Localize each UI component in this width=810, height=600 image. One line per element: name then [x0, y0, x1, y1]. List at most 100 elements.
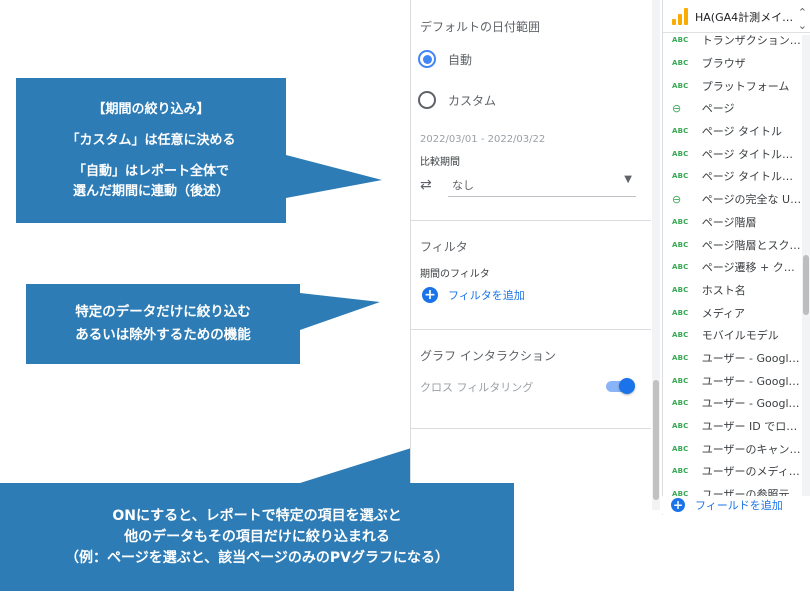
field-label: ユーザー - Google …: [701, 351, 803, 365]
callout-text: ONにすると、レポートで特定の項目を選ぶと: [112, 507, 402, 524]
field-item[interactable]: ABC ユーザーのメディ…: [663, 460, 803, 483]
radio-custom-button[interactable]: [418, 91, 436, 109]
text-type-icon: ABC: [672, 467, 689, 476]
field-item[interactable]: ABC ユーザー - Google …: [663, 347, 803, 370]
field-label: ホスト名: [701, 283, 746, 297]
text-type-icon: ABC: [672, 285, 689, 294]
date-range-text: 2022/03/01 - 2022/03/22: [420, 134, 546, 145]
field-list: ABC トランザクション… ABC ブラウザ ABC プラットフォーム ⊖ ページ ABC ページ…: [663, 29, 803, 505]
field-item[interactable]: ABC トランザクション…: [663, 29, 803, 52]
text-type-icon: ABC: [672, 331, 689, 340]
section-divider: [411, 329, 651, 330]
field-label: ページ階層: [701, 215, 757, 229]
field-label: ユーザー - Google …: [701, 374, 803, 388]
field-label: メディア: [701, 306, 745, 320]
field-item[interactable]: ABC ページ遷移 + クエ…: [663, 256, 803, 279]
field-item[interactable]: ABC プラットフォーム: [663, 74, 803, 97]
add-field-label: フィールドを追加: [695, 499, 783, 512]
fields-scrollbar-thumb[interactable]: [803, 255, 809, 315]
add-field-button[interactable]: + フィールドを追加: [662, 496, 810, 514]
default-date-range-title: デフォルトの日付範囲: [420, 20, 541, 34]
field-item[interactable]: ⊖ ページ: [663, 97, 803, 120]
filter-callout-pointer: [300, 293, 380, 330]
datasource-name: HA(GA4計測メイ…: [695, 11, 794, 24]
add-circle-icon: +: [422, 287, 438, 303]
field-item[interactable]: ABC ユーザー ID でロ…: [663, 415, 803, 438]
radio-auto-label: 自動: [448, 52, 473, 67]
text-type-icon: ABC: [672, 444, 689, 453]
text-type-icon: ABC: [672, 422, 689, 431]
filter-section-title: フィルタ: [420, 240, 468, 254]
add-filter-button[interactable]: + フィルタを追加: [422, 287, 525, 303]
compare-period-select[interactable]: なし ▼: [448, 172, 636, 197]
radio-custom[interactable]: カスタム: [418, 91, 496, 109]
field-item[interactable]: ABC ページ タイトル: [663, 120, 803, 143]
text-type-icon: ABC: [672, 36, 689, 45]
period-callout-pointer: [286, 155, 382, 198]
callout-text: 他のデータもその項目だけに絞り込まれる: [124, 528, 390, 545]
field-label: ページ遷移 + クエ…: [701, 261, 803, 275]
filter-callout: 特定のデータだけに絞り込む あるいは除外するための機能: [26, 284, 300, 364]
report-settings-panel: [410, 0, 653, 510]
interaction-callout: ONにすると、レポートで特定の項目を選ぶと 他のデータもその項目だけに絞り込まれ…: [0, 483, 514, 591]
callout-title: 【期間の絞り込み】: [92, 101, 210, 117]
field-item[interactable]: ABC モバイルモデル: [663, 324, 803, 347]
field-item[interactable]: ABC ユーザーのキャン…: [663, 437, 803, 460]
field-item[interactable]: ABC ユーザー - Google …: [663, 392, 803, 415]
radio-auto[interactable]: 自動: [418, 50, 472, 68]
field-label: モバイルモデル: [701, 329, 779, 343]
radio-custom-label: カスタム: [448, 93, 497, 108]
text-type-icon: ABC: [672, 353, 689, 362]
text-type-icon: ABC: [672, 59, 689, 68]
radio-auto-button[interactable]: [418, 50, 436, 68]
field-item[interactable]: ABC ページ タイトル…: [663, 142, 803, 165]
section-divider: [411, 220, 651, 221]
text-type-icon: ABC: [672, 240, 689, 249]
period-filter-callout: 【期間の絞り込み】 「カスタム」は任意に決める 「自動」はレポート全体で 選んだ…: [16, 78, 286, 223]
graph-interaction-title: グラフ インタラクション: [420, 349, 556, 363]
text-type-icon: ABC: [672, 127, 689, 136]
period-filter-label: 期間のフィルタ: [420, 269, 490, 280]
settings-scrollbar-thumb[interactable]: [653, 380, 659, 500]
callout-text: 「自動」はレポート全体で: [72, 163, 229, 179]
field-label: ページ タイトル…: [701, 170, 794, 184]
section-divider: [411, 428, 651, 429]
text-type-icon: ABC: [672, 376, 689, 385]
cross-filtering-label: クロス フィルタリング: [420, 381, 534, 394]
callout-text: 特定のデータだけに絞り込む: [75, 304, 251, 320]
field-item[interactable]: ABC ページ階層: [663, 211, 803, 234]
field-item[interactable]: ⊖ ページの完全な U…: [663, 188, 803, 211]
field-item[interactable]: ABC ページ タイトル…: [663, 165, 803, 188]
text-type-icon: ABC: [672, 308, 689, 317]
field-label: ユーザー - Google …: [701, 397, 803, 411]
fields-scrollbar[interactable]: [802, 35, 810, 510]
field-label: トランザクション…: [701, 34, 801, 48]
field-item[interactable]: ABC ページ階層とスク…: [663, 233, 803, 256]
field-item[interactable]: ABC ユーザー - Google …: [663, 369, 803, 392]
caret-down-icon: ▼: [624, 174, 632, 185]
field-label: ユーザーのキャン…: [701, 442, 801, 456]
field-label: ユーザー ID でロ…: [701, 420, 798, 434]
compare-arrows-icon: ⇄: [420, 177, 432, 193]
callout-text: 「カスタム」は任意に決める: [66, 132, 236, 148]
text-type-icon: ABC: [672, 172, 689, 181]
field-label: ページ タイトル…: [701, 147, 794, 161]
analytics-icon: [671, 7, 689, 25]
field-item[interactable]: ABC ホスト名: [663, 279, 803, 302]
text-type-icon: ABC: [672, 81, 689, 90]
settings-scrollbar[interactable]: [652, 0, 660, 510]
fields-panel: HA(GA4計測メイ… ⌃ ⌄ ABC トランザクション… ABC ブラウザ ABC プラッ…: [662, 0, 810, 515]
callout-text: （例：ページを選ぶと、該当ページのみのPVグラフになる）: [65, 549, 449, 566]
field-label: ページ階層とスク…: [701, 238, 801, 252]
field-label: ページの完全な U…: [701, 193, 802, 207]
compare-period-label: 比較期間: [420, 157, 460, 168]
field-item[interactable]: ABC ブラウザ: [663, 52, 803, 75]
field-label: ページ タイトル: [701, 125, 783, 139]
compare-period-value: なし: [452, 179, 474, 192]
link-icon: ⊖: [672, 101, 682, 115]
cross-filtering-toggle-knob[interactable]: [619, 378, 635, 394]
text-type-icon: ABC: [672, 399, 689, 408]
field-item[interactable]: ABC メディア: [663, 301, 803, 324]
text-type-icon: ABC: [672, 149, 689, 158]
field-label: ブラウザ: [701, 57, 746, 71]
